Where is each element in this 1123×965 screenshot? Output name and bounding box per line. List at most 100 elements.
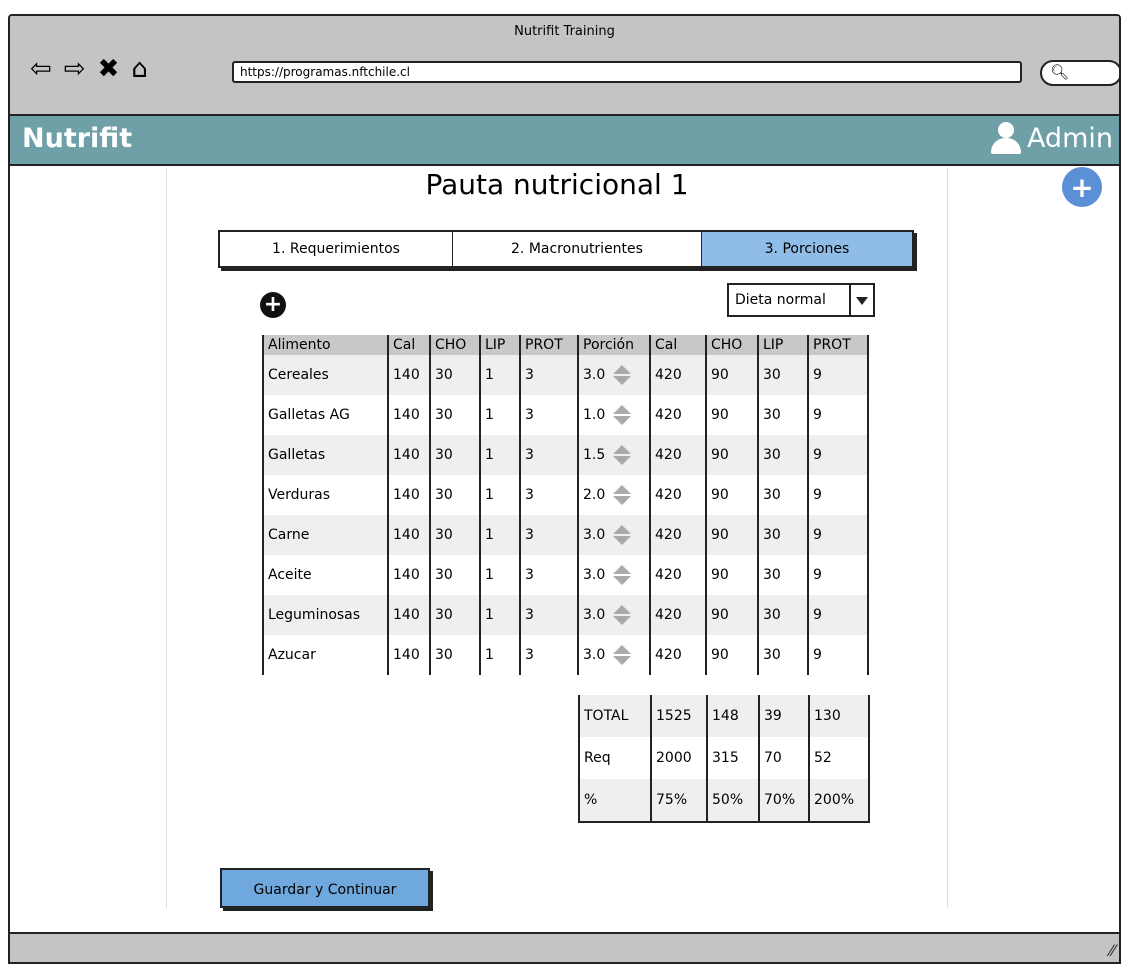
- tab-requerimientos[interactable]: 1. Requerimientos: [220, 232, 453, 266]
- cell-porcion-value[interactable]: 3.0: [583, 647, 605, 663]
- save-continue-button[interactable]: Guardar y Continuar: [220, 868, 430, 908]
- portion-stepper-icon[interactable]: [613, 565, 632, 585]
- resize-handle-icon[interactable]: ⁄⁄: [1110, 941, 1115, 960]
- cell-prot-value: 3: [525, 407, 534, 423]
- back-arrow-icon[interactable]: ⇦: [30, 54, 52, 84]
- cell-porcion: 3.0: [577, 595, 650, 635]
- cell-cal2-value: 420: [655, 527, 682, 543]
- cell-porcion-value[interactable]: 1.5: [583, 447, 605, 463]
- cell-cho: 30: [429, 555, 480, 595]
- table-row: Aceite 140 30 1 3 3.0 420 90 30 9: [262, 555, 869, 595]
- search-icon: 🔍︎: [1050, 63, 1070, 81]
- app-brand[interactable]: Nutrifit: [22, 123, 132, 154]
- totals-cell-lip: 70%: [758, 779, 809, 823]
- table-header-row: Alimento Cal CHO LIP PROT Porción Cal CH…: [262, 335, 869, 355]
- cell-porcion: 3.0: [577, 515, 650, 555]
- cell-lip2: 30: [757, 635, 808, 675]
- cell-porcion-value[interactable]: 1.0: [583, 407, 605, 423]
- cell-cal-value: 140: [393, 607, 420, 623]
- diet-select[interactable]: Dieta normal: [727, 283, 875, 317]
- search-field[interactable]: 🔍︎: [1040, 60, 1119, 86]
- cell-lip: 1: [479, 435, 520, 475]
- cell-cho: 30: [429, 355, 480, 395]
- cell-cho2: 90: [705, 475, 758, 515]
- page-title: Pauta nutricional 1: [425, 168, 689, 201]
- cell-prot2-value: 9: [813, 607, 822, 623]
- cell-cal2-value: 420: [655, 487, 682, 503]
- home-icon[interactable]: ⌂: [131, 54, 148, 84]
- totals-row: TOTAL 1525 148 39 130: [578, 695, 870, 737]
- cell-porcion-value[interactable]: 3.0: [583, 367, 605, 383]
- cell-alimento-value: Leguminosas: [268, 607, 361, 623]
- cell-cal2-value: 420: [655, 567, 682, 583]
- table-row: Cereales 140 30 1 3 3.0 420 90 30 9: [262, 355, 869, 395]
- totals-cell-prot: 130: [808, 695, 870, 737]
- forward-arrow-icon[interactable]: ⇨: [64, 54, 86, 84]
- chevron-down-icon[interactable]: [849, 285, 873, 315]
- cell-cho: 30: [429, 635, 480, 675]
- col-header: CHO: [705, 335, 758, 355]
- cell-lip2: 30: [757, 435, 808, 475]
- cell-prot: 3: [519, 435, 578, 475]
- cell-porcion-value[interactable]: 3.0: [583, 527, 605, 543]
- cell-prot2-value: 9: [813, 647, 822, 663]
- cell-prot-value: 3: [525, 447, 534, 463]
- portion-stepper-icon[interactable]: [613, 405, 632, 425]
- cell-cal: 140: [387, 355, 430, 395]
- cell-lip: 1: [479, 355, 520, 395]
- col-header: Cal: [387, 335, 430, 355]
- cell-alimento-value: Aceite: [268, 567, 312, 583]
- add-document-icon[interactable]: +: [1062, 167, 1102, 207]
- col-header: Alimento: [262, 335, 388, 355]
- cell-alimento-value: Carne: [268, 527, 310, 543]
- add-food-icon[interactable]: +: [260, 292, 286, 318]
- cell-cho-value: 30: [435, 647, 453, 663]
- cell-lip: 1: [479, 475, 520, 515]
- portion-stepper-icon[interactable]: [613, 445, 632, 465]
- cell-cal2-value: 420: [655, 367, 682, 383]
- cell-porcion-value[interactable]: 3.0: [583, 607, 605, 623]
- table-row: Leguminosas 140 30 1 3 3.0 420 90 30 9: [262, 595, 869, 635]
- totals-cell-lip: 39: [758, 695, 809, 737]
- cell-cho2: 90: [705, 555, 758, 595]
- cell-alimento-value: Galletas: [268, 447, 326, 463]
- cell-porcion: 1.0: [577, 395, 650, 435]
- close-icon[interactable]: ✖: [98, 54, 120, 84]
- cell-cal2-value: 420: [655, 447, 682, 463]
- cell-porcion-value[interactable]: 3.0: [583, 567, 605, 583]
- cell-lip-value: 1: [485, 407, 494, 423]
- tab-porciones[interactable]: 3. Porciones: [702, 232, 912, 266]
- portion-stepper-icon[interactable]: [613, 485, 632, 505]
- user-menu[interactable]: Admin: [989, 122, 1113, 154]
- portions-table: Alimento Cal CHO LIP PROT Porción Cal CH…: [262, 335, 869, 675]
- cell-cho2-value: 90: [711, 607, 729, 623]
- cell-cal-value: 140: [393, 567, 420, 583]
- portion-stepper-icon[interactable]: [613, 645, 632, 665]
- tab-macronutrientes[interactable]: 2. Macronutrientes: [453, 232, 702, 266]
- totals-cell-lip: 70: [758, 737, 809, 779]
- cell-prot: 3: [519, 595, 578, 635]
- cell-prot2: 9: [807, 475, 869, 515]
- cell-cal2-value: 420: [655, 607, 682, 623]
- cell-alimento: Cereales: [262, 355, 388, 395]
- cell-prot-value: 3: [525, 607, 534, 623]
- cell-lip2: 30: [757, 395, 808, 435]
- url-bar[interactable]: https://programas.nftchile.cl: [232, 61, 1022, 83]
- cell-prot2-value: 9: [813, 447, 822, 463]
- cell-lip2: 30: [757, 515, 808, 555]
- cell-cho-value: 30: [435, 607, 453, 623]
- cell-cal2: 420: [649, 435, 706, 475]
- portion-stepper-icon[interactable]: [613, 525, 632, 545]
- cell-prot: 3: [519, 355, 578, 395]
- cell-porcion-value[interactable]: 2.0: [583, 487, 605, 503]
- totals-cell-cal: 1525: [650, 695, 707, 737]
- portion-stepper-icon[interactable]: [613, 365, 632, 385]
- cell-cho2-value: 90: [711, 367, 729, 383]
- cell-lip: 1: [479, 395, 520, 435]
- cell-lip-value: 1: [485, 367, 494, 383]
- portion-stepper-icon[interactable]: [613, 605, 632, 625]
- col-header: Porción: [577, 335, 650, 355]
- cell-cho2-value: 90: [711, 647, 729, 663]
- cell-porcion: 3.0: [577, 555, 650, 595]
- totals-cell-prot: 52: [808, 737, 870, 779]
